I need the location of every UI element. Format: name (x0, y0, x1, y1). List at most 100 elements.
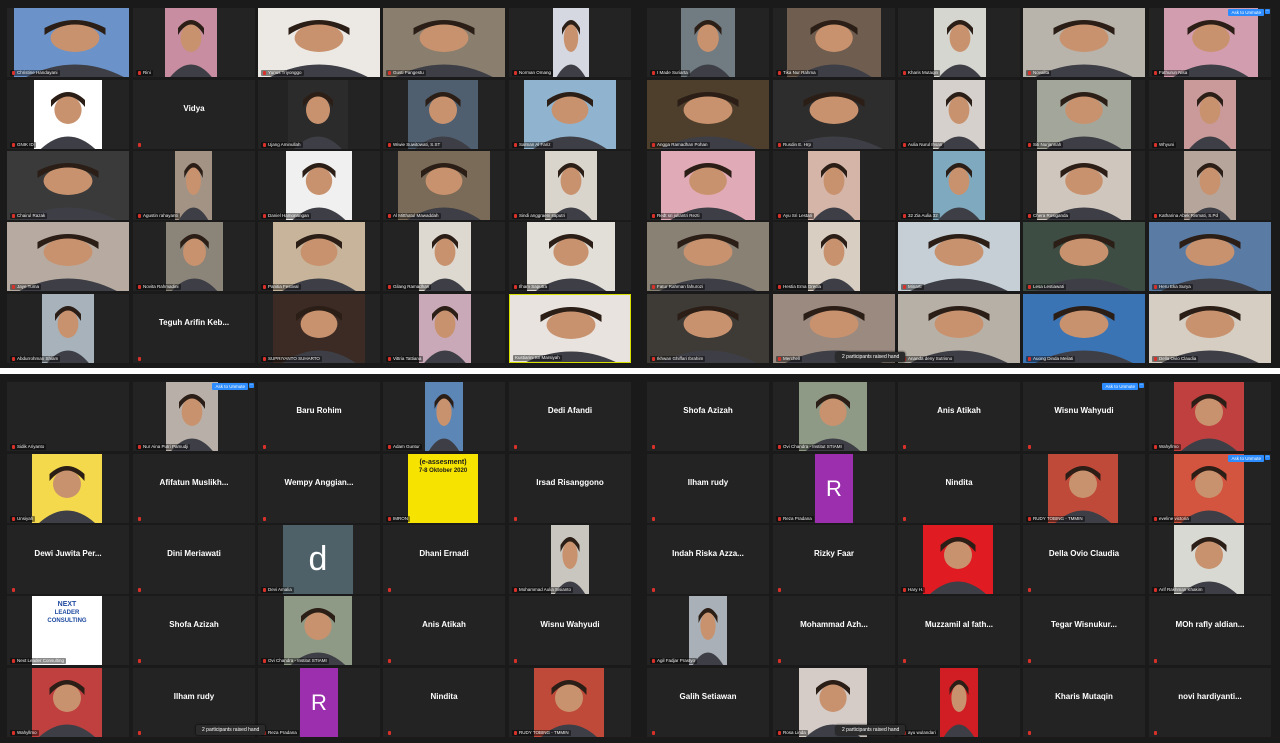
participant-tile[interactable]: Tika Nur Rahma (773, 8, 895, 77)
participant-tile[interactable]: R Reza Pradana (773, 454, 895, 523)
participant-tile[interactable]: Adam Guntur (383, 382, 505, 451)
participant-tile[interactable]: Chairul Razak (7, 151, 129, 220)
participant-tile[interactable]: Novita Rahmadini (133, 222, 255, 291)
participant-tile[interactable]: Shofa Azizah (133, 596, 255, 665)
participant-tile[interactable]: MOh rafly aldian... (1149, 596, 1271, 665)
participant-tile[interactable]: 32 Zia Aulia 32 (898, 151, 1020, 220)
participant-tile[interactable]: Christine Handayani (7, 8, 129, 77)
participant-tile[interactable]: I Made Suriarta (647, 8, 769, 77)
participant-tile[interactable]: Galih Setiawan (647, 668, 769, 737)
participant-tile[interactable]: Dewi Juwita Per... (7, 525, 129, 594)
participant-tile[interactable]: Irsad Risanggono (509, 454, 631, 523)
raised-hand-notification[interactable]: 2 participants raised hand (836, 725, 906, 735)
participant-tile[interactable]: Wisnu Wahyudi Ask to Unmute ··· (1023, 382, 1145, 451)
participant-tile[interactable]: Shofa Azizah (647, 382, 769, 451)
participant-tile[interactable]: Minarti (898, 222, 1020, 291)
participant-tile[interactable]: Angga Ramadhan Pohan (647, 80, 769, 149)
participant-tile[interactable]: Vidya (133, 80, 255, 149)
participant-tile[interactable]: GNIK ID (7, 80, 129, 149)
participant-tile[interactable]: Novalita (1023, 8, 1145, 77)
participant-tile[interactable]: Nindita (898, 454, 1020, 523)
participant-tile[interactable]: Ilham rudy (647, 454, 769, 523)
participant-tile[interactable]: R Reza Pradana (258, 668, 380, 737)
participant-tile[interactable]: Whyuni (1149, 80, 1271, 149)
ask-to-unmute-button[interactable]: Ask to Unmute (1102, 383, 1138, 390)
participant-tile[interactable]: Wisnu Wahyudi (509, 596, 631, 665)
participant-tile[interactable]: Fathurun Nisa Ask to Unmute ··· (1149, 8, 1271, 77)
participant-tile[interactable]: Sidik Ariyanto (7, 382, 129, 451)
participant-tile[interactable]: Kharis Mutaqin (1023, 668, 1145, 737)
participant-tile[interactable]: Ananda deny Sutrisno (898, 294, 1020, 363)
participant-tile[interactable]: Nindita (383, 668, 505, 737)
participant-tile[interactable]: Kharis Mutaqin (898, 8, 1020, 77)
participant-tile[interactable]: Rizky Faar (773, 525, 895, 594)
participant-tile[interactable]: Vittria Tattiana (383, 294, 505, 363)
participant-tile[interactable]: Teguh Arifin Keb... (133, 294, 255, 363)
ask-to-unmute-button[interactable]: Ask to Unmute (1228, 9, 1264, 16)
participant-tile[interactable]: Chera Rosiganda (1023, 151, 1145, 220)
participant-tile[interactable]: Yunus Triyonggo (258, 8, 380, 77)
participant-tile[interactable]: Anis Atikah (383, 596, 505, 665)
participant-tile[interactable]: ayu wulandari (898, 668, 1020, 737)
participant-tile[interactable]: Jaye Tuma (7, 222, 129, 291)
participant-tile[interactable]: Sindi anggraeni saputri (509, 151, 631, 220)
participant-tile[interactable]: Kustiarini Sri Marsiyah (509, 294, 631, 363)
participant-tile[interactable]: Dhani Ernadi (383, 525, 505, 594)
participant-tile[interactable]: Anis Atikah (898, 382, 1020, 451)
raised-hand-notification[interactable]: 2 participants raised hand (196, 725, 266, 735)
ask-to-unmute-button[interactable]: Ask to Unmute (1228, 455, 1264, 462)
participant-tile[interactable]: Abdurrohman Shiam (7, 294, 129, 363)
participant-tile[interactable]: Muzzamil al fath... (898, 596, 1020, 665)
participant-tile[interactable]: Nur Aina Putri Pamudji Ask to Unmute ··· (133, 382, 255, 451)
participant-tile[interactable]: Mohammad Azh... (773, 596, 895, 665)
participant-tile[interactable]: Ayu Sri Lestari (773, 151, 895, 220)
participant-tile[interactable]: Della Ovio Claudia (1149, 294, 1271, 363)
participant-tile[interactable]: Tegar Wisnukur... (1023, 596, 1145, 665)
participant-tile[interactable]: Katharina Abek Rismati, S.Pd (1149, 151, 1271, 220)
participant-tile[interactable]: Panitia Festival (258, 222, 380, 291)
ask-to-unmute-button[interactable]: Ask to Unmute (212, 383, 248, 390)
participant-tile[interactable]: Fatur Rahman fahurozi (647, 222, 769, 291)
participant-tile[interactable]: Afifatun Muslikh... (133, 454, 255, 523)
participant-tile[interactable]: Rusdin E. Hrp (773, 80, 895, 149)
participant-tile[interactable]: RUDY TOBING - TMMIN (509, 668, 631, 737)
more-options-icon[interactable]: ··· (1139, 383, 1144, 388)
participant-tile[interactable]: Wempy Anggian... (258, 454, 380, 523)
participant-tile[interactable]: Unsiyah (7, 454, 129, 523)
participant-tile[interactable]: Ikhwan Ghiffari Ibrahim (647, 294, 769, 363)
participant-tile[interactable]: NEXT LEADER CONSULTING Next Leader Consulti… (7, 596, 129, 665)
participant-tile[interactable]: Ilham Saputra (509, 222, 631, 291)
more-options-icon[interactable]: ··· (1265, 455, 1270, 460)
participant-tile[interactable]: Rini (133, 8, 255, 77)
participant-tile[interactable]: Wahyllmo (7, 668, 129, 737)
participant-tile[interactable]: Della Ovio Claudia (1023, 525, 1145, 594)
participant-tile[interactable]: Daniel Hamonangan (258, 151, 380, 220)
participant-tile[interactable]: Ovi Chandra - Institut STIAMI (258, 596, 380, 665)
participant-tile[interactable]: Aulia Nurul Ihsan (898, 80, 1020, 149)
participant-tile[interactable]: Lesa Lestiawati (1023, 222, 1145, 291)
participant-tile[interactable]: Arif Rakhman Khakim (1149, 525, 1271, 594)
participant-tile[interactable]: Ovi Chandra - Institut STIAMI (773, 382, 895, 451)
participant-tile[interactable]: Gilang Ramadhan (383, 222, 505, 291)
participant-tile[interactable]: novi hardiyanti... (1149, 668, 1271, 737)
participant-tile[interactable]: eveline victoria Ask to Unmute ··· (1149, 454, 1271, 523)
participant-tile[interactable]: Al Mitthatul Mawaddah (383, 151, 505, 220)
participant-tile[interactable]: Dedi Afandi (509, 382, 631, 451)
raised-hand-notification[interactable]: 2 participants raised hand (836, 352, 906, 362)
participant-tile[interactable]: Agil Fadjar Prastyo (647, 596, 769, 665)
participant-tile[interactable]: Dini Meriawati (133, 525, 255, 594)
participant-tile[interactable]: (e-assesment) 7-8 Oktober 2020 IMRON (383, 454, 505, 523)
participant-tile[interactable]: Hestia Erna Grecia (773, 222, 895, 291)
participant-tile[interactable]: SUPRIYANTO SUHARTO (258, 294, 380, 363)
participant-tile[interactable]: Baru Rohim (258, 382, 380, 451)
participant-tile[interactable]: Gusti Pangestu (383, 8, 505, 77)
more-options-icon[interactable]: ··· (249, 383, 254, 388)
participant-tile[interactable]: Norman Omang (509, 8, 631, 77)
more-options-icon[interactable]: ··· (1265, 9, 1270, 14)
participant-tile[interactable]: Indah Riska Azza... (647, 525, 769, 594)
participant-tile[interactable]: RUDY TOBING - TMMIN (1023, 454, 1145, 523)
participant-tile[interactable]: Siti Nurjannah (1023, 80, 1145, 149)
participant-tile[interactable]: Salman Al Fariz (509, 80, 631, 149)
participant-tile[interactable]: Wahyllmo (1149, 382, 1271, 451)
participant-tile[interactable]: Redt sri juliantri Rezti (647, 151, 769, 220)
